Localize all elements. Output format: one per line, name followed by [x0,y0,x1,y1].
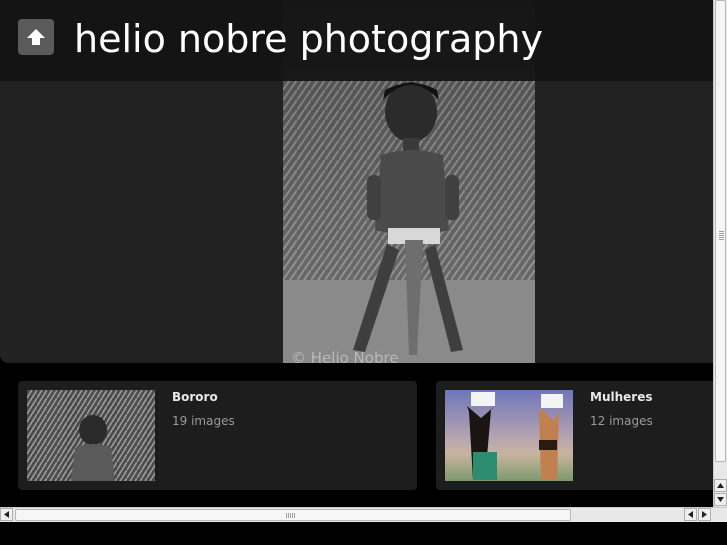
triangle-down-icon [717,497,724,502]
triangle-left-icon [688,511,693,518]
page-viewport: © Helio Nobre helio nobre photography Bo… [0,0,713,507]
album-card-bororo[interactable]: Bororo 19 images [18,381,417,490]
vertical-scrollbar[interactable] [713,0,727,507]
scroll-right-back-button[interactable] [684,508,697,521]
album-thumbnail[interactable] [445,390,573,481]
album-name[interactable]: Bororo [172,390,218,404]
horizontal-scroll-thumb[interactable] [15,509,571,521]
triangle-left-icon [4,511,9,518]
horizontal-scrollbar[interactable] [0,507,727,522]
scroll-right-button[interactable] [698,508,711,521]
window-bottom-edge [0,522,727,545]
up-button[interactable] [18,19,54,55]
photo-credit: © Helio Nobre [291,349,399,363]
arrow-up-icon [27,29,45,45]
scroll-up-button[interactable] [714,479,727,492]
site-title[interactable]: helio nobre photography [74,16,543,62]
album-image-count: 12 images [590,414,653,428]
album-card-mulheres[interactable]: Mulheres 12 images [436,381,713,490]
scroll-left-button[interactable] [0,508,13,521]
album-thumbnail[interactable] [27,390,155,481]
triangle-up-icon [717,483,724,488]
scroll-down-button[interactable] [714,493,727,506]
triangle-right-icon [702,511,707,518]
vertical-scroll-thumb[interactable] [715,0,726,462]
album-image-count: 19 images [172,414,235,428]
album-name[interactable]: Mulheres [590,390,652,404]
